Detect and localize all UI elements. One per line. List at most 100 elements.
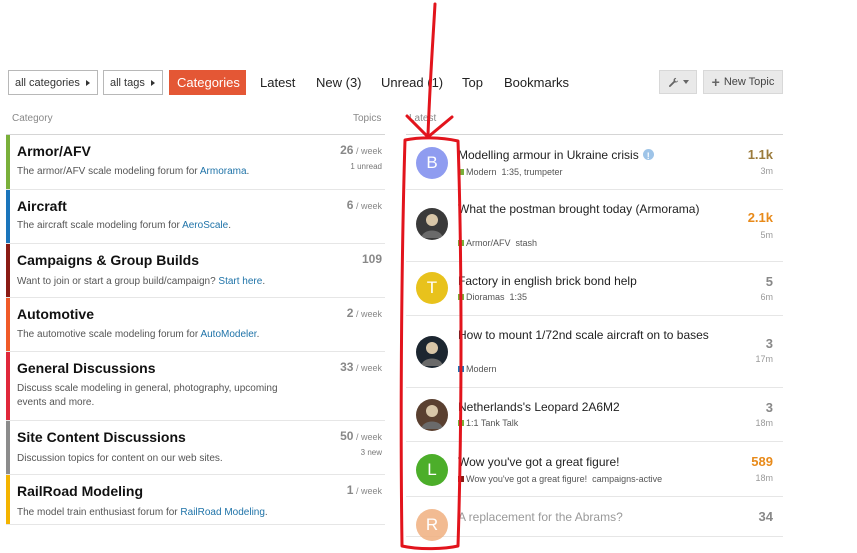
topic-row[interactable]: Netherlands's Leopard 2A6M2 1:1 Tank Talk…: [406, 388, 783, 442]
tab-latest[interactable]: Latest: [252, 70, 303, 95]
plus-icon: +: [711, 74, 720, 90]
topic-title-container: Modelling armour in Ukraine crisis: [458, 147, 718, 164]
topic-category-badge[interactable]: Modern: [458, 364, 497, 374]
topic-views-count: 2.1k: [747, 210, 773, 225]
topic-views-count: 3: [765, 336, 773, 351]
avatar[interactable]: L: [416, 454, 448, 486]
topic-tags[interactable]: stash: [516, 238, 538, 248]
topic-category-badge[interactable]: Modern: [458, 167, 497, 177]
tab-categories[interactable]: Categories: [169, 70, 246, 95]
avatar[interactable]: [416, 399, 448, 431]
topic-count-value: 33: [340, 360, 354, 374]
category-status-badge[interactable]: 3 new: [361, 448, 382, 457]
category-name[interactable]: General Discussions: [17, 360, 156, 376]
tab-new[interactable]: New (3): [308, 70, 370, 95]
category-row[interactable]: Campaigns & Group Builds Want to join or …: [6, 244, 385, 298]
topic-age[interactable]: 5m: [760, 230, 773, 240]
header-latest: Latest: [409, 113, 437, 124]
category-forum-link[interactable]: Start here: [218, 276, 262, 287]
category-color-square: [458, 294, 464, 300]
topic-category-name: Modern: [466, 364, 497, 374]
category-description: The model train enthusiast forum for Rai…: [17, 506, 307, 520]
topic-title-link[interactable]: How to mount 1/72nd scale aircraft on to…: [458, 328, 709, 342]
category-forum-link[interactable]: AutoModeler: [200, 329, 256, 340]
topic-title-link[interactable]: Factory in english brick bond help: [458, 274, 637, 288]
avatar[interactable]: [416, 208, 448, 240]
category-description: The armor/AFV scale modeling forum for A…: [17, 165, 307, 179]
avatar[interactable]: R: [416, 509, 448, 541]
category-color-bar: [6, 298, 10, 351]
category-name[interactable]: Aircraft: [17, 198, 67, 214]
category-description-text: Discuss scale modeling in general, photo…: [17, 383, 278, 408]
topic-age[interactable]: 17m: [755, 354, 773, 364]
topic-title-link[interactable]: Modelling armour in Ukraine crisis: [458, 148, 639, 162]
category-row[interactable]: RailRoad Modeling The model train enthusi…: [6, 475, 385, 525]
topic-category-badge[interactable]: Armor/AFV: [458, 238, 511, 248]
category-row[interactable]: Automotive The automotive scale modeling …: [6, 298, 385, 352]
category-description: Want to join or start a group build/camp…: [17, 275, 307, 289]
category-description-tail: .: [256, 329, 260, 340]
category-row[interactable]: Armor/AFV The armor/AFV scale modeling fo…: [6, 135, 385, 190]
topic-views-count: 5: [765, 274, 773, 289]
topic-views-count: 1.1k: [747, 147, 773, 162]
category-name[interactable]: Automotive: [17, 306, 94, 322]
topic-title-link[interactable]: What the postman brought today (Armorama…: [458, 202, 699, 216]
category-name[interactable]: Campaigns & Group Builds: [17, 252, 199, 268]
category-forum-link[interactable]: Armorama: [200, 166, 247, 177]
avatar[interactable]: T: [416, 272, 448, 304]
category-color-square: [458, 169, 464, 175]
category-description-text: Want to join or start a group build/camp…: [17, 276, 219, 287]
topic-count-unit: / week: [353, 432, 382, 442]
category-name[interactable]: RailRoad Modeling: [17, 483, 143, 499]
category-name[interactable]: Armor/AFV: [17, 143, 91, 159]
topic-row[interactable]: L Wow you've got a great figure! Wow you'v…: [406, 442, 783, 497]
topic-category-badge[interactable]: Wow you've got a great figure!: [458, 474, 587, 484]
caret-right-icon: [150, 79, 155, 86]
topic-tags[interactable]: 1:35, trumpeter: [502, 167, 563, 177]
category-topic-count: 2 / week: [347, 306, 382, 320]
avatar[interactable]: B: [416, 147, 448, 179]
category-dropdown[interactable]: all categories: [8, 70, 98, 95]
topic-category-badge[interactable]: 1:1 Tank Talk: [458, 418, 518, 428]
topic-row[interactable]: What the postman brought today (Armorama…: [406, 190, 783, 262]
topic-age[interactable]: 18m: [755, 473, 773, 483]
category-forum-link[interactable]: RailRoad Modeling: [180, 507, 265, 518]
topic-tags[interactable]: 1:35: [510, 292, 528, 302]
admin-tools-button[interactable]: [659, 70, 697, 94]
topic-row[interactable]: B Modelling armour in Ukraine crisis Moder…: [406, 135, 783, 190]
tags-dropdown[interactable]: all tags: [103, 70, 163, 95]
category-color-square: [458, 366, 464, 372]
category-name[interactable]: Site Content Discussions: [17, 429, 186, 445]
category-description: The aircraft scale modeling forum for Ae…: [17, 219, 307, 233]
category-row[interactable]: Aircraft The aircraft scale modeling foru…: [6, 190, 385, 244]
category-color-bar: [6, 190, 10, 243]
tab-top[interactable]: Top: [454, 70, 491, 95]
topic-category-name: Armor/AFV: [466, 238, 511, 248]
avatar[interactable]: [416, 336, 448, 368]
category-topic-count: 1 / week: [347, 483, 382, 497]
topic-category-name: 1:1 Tank Talk: [466, 418, 519, 428]
topic-meta: 1:1 Tank Talk: [458, 418, 523, 428]
avatar-letter: R: [425, 515, 439, 534]
topic-category-badge[interactable]: Dioramas: [458, 292, 505, 302]
topic-age[interactable]: 3m: [760, 166, 773, 176]
topic-meta: Dioramas 1:35: [458, 292, 527, 302]
category-forum-link[interactable]: AeroScale: [182, 220, 228, 231]
avatar-letter: T: [426, 278, 438, 297]
tab-unread[interactable]: Unread (1): [373, 70, 451, 95]
new-topic-button[interactable]: + New Topic: [703, 70, 783, 94]
new-topic-label: New Topic: [723, 76, 775, 88]
topic-title-link[interactable]: Netherlands's Leopard 2A6M2: [458, 400, 620, 414]
topic-row[interactable]: T Factory in english brick bond help Diora…: [406, 262, 783, 316]
category-row[interactable]: General Discussions Discuss scale modelin…: [6, 352, 385, 421]
topic-title-link[interactable]: Wow you've got a great figure!: [458, 455, 620, 469]
topic-title-link[interactable]: A replacement for the Abrams?: [458, 510, 623, 524]
category-row[interactable]: Site Content Discussions Discussion topic…: [6, 421, 385, 475]
topic-age[interactable]: 6m: [760, 292, 773, 302]
topic-tags[interactable]: campaigns-active: [592, 474, 662, 484]
topic-age[interactable]: 18m: [755, 418, 773, 428]
tab-bookmarks[interactable]: Bookmarks: [496, 70, 577, 95]
topic-row[interactable]: How to mount 1/72nd scale aircraft on to…: [406, 316, 783, 388]
category-status-badge[interactable]: 1 unread: [350, 162, 382, 171]
topic-row[interactable]: R A replacement for the Abrams? 34: [406, 497, 783, 541]
